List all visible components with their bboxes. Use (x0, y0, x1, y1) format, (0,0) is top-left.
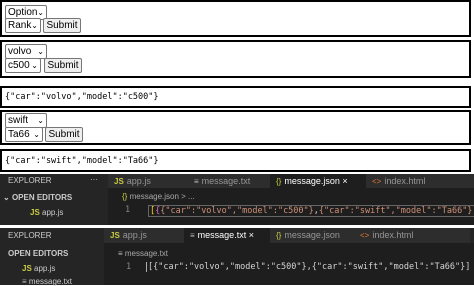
submit-button[interactable]: Submit (43, 18, 81, 33)
model-select-value: Ta66 (8, 129, 30, 140)
open-editor-item[interactable]: JS app.js (30, 208, 63, 217)
model-select[interactable]: c500 ⌄ (5, 58, 41, 73)
tab-label: message.txt (201, 176, 251, 186)
explorer-sidebar: EXPLORER ··· ⌄ OPEN EDITORS JS app.js (0, 174, 108, 225)
tab-message-json[interactable]: {} message.json (270, 228, 354, 243)
model-select[interactable]: Ta66 ⌄ (5, 127, 43, 142)
tab-app-js[interactable]: JS app.js (108, 174, 188, 188)
explorer-label: EXPLORER (8, 231, 52, 240)
json-file-icon: {} (122, 192, 130, 201)
submit-button[interactable]: Submit (44, 58, 82, 73)
text-file-icon: ≡ (194, 177, 199, 186)
rank-select[interactable]: Rank ⌄ (5, 18, 41, 33)
explorer-sidebar: EXPLORER OPEN EDITORS JS app.js ≡ messag… (0, 228, 104, 286)
line-number: 1 (125, 205, 131, 215)
open-editors-section[interactable]: ⌄ OPEN EDITORS (3, 193, 72, 202)
js-file-icon: JS (110, 231, 120, 240)
car-select[interactable]: swift ⌄ (5, 113, 47, 128)
output-text: {"car":"volvo","model":"c500"} (5, 92, 159, 102)
open-editors-section[interactable]: OPEN EDITORS (8, 249, 68, 258)
tab-message-txt[interactable]: ≡ message.txt (188, 174, 270, 188)
breadcrumb: ≡ message.txt (118, 249, 169, 258)
output-panel-2: {"car":"swift","model":"Ta66"} (0, 149, 471, 172)
code-line[interactable]: [{{"car":"volvo","model":"c500"},{"car":… (148, 205, 474, 217)
json-file-icon: {} (276, 177, 282, 186)
code-line[interactable]: [{"car":"volvo","model":"c500"},{"car":"… (146, 262, 470, 272)
text-file-icon: ≡ (190, 231, 195, 240)
car-select[interactable]: volvo ⌄ (5, 44, 47, 59)
car-select-value: volvo (8, 46, 32, 57)
editor-window-2: EXPLORER OPEN EDITORS JS app.js ≡ messag… (0, 228, 474, 286)
tab-label: message.json (284, 230, 340, 240)
json-file-icon: {} (276, 231, 282, 240)
output-text: {"car":"swift","model":"Ta66"} (5, 156, 159, 166)
js-file-icon: JS (30, 208, 43, 217)
tab-message-json[interactable]: {} message.json × (270, 174, 366, 188)
form-panel-2: volvo ⌄ c500 ⌄ Submit (0, 40, 471, 78)
tab-label: index.html (384, 176, 426, 186)
option-select-value: Option (8, 7, 38, 18)
tab-label: index.html (372, 230, 414, 240)
explorer-label: EXPLORER (8, 176, 52, 185)
tab-label: app.js (122, 230, 147, 240)
tab-bar: JS app.js ≡ message.txt × {} message.json <… (104, 228, 474, 243)
more-actions-icon[interactable]: ··· (90, 175, 98, 184)
tab-index-html[interactable]: <> index.html (366, 174, 474, 188)
open-editor-item[interactable]: JS app.js (22, 264, 55, 273)
open-editors-label: OPEN EDITORS (8, 249, 69, 258)
js-file-icon: JS (114, 177, 124, 186)
breadcrumb: {} message.json > ... (122, 192, 195, 201)
tab-message-txt[interactable]: ≡ message.txt × (184, 228, 270, 243)
tab-label: message.txt (197, 230, 247, 240)
js-file-icon: JS (22, 264, 35, 273)
open-editors-label: OPEN EDITORS (11, 193, 73, 202)
html-file-icon: <> (360, 231, 370, 240)
editor-window-1: EXPLORER ··· ⌄ OPEN EDITORS JS app.js JS… (0, 174, 474, 225)
chevron-down-icon: ⌄ (31, 21, 38, 30)
form-panel-3: swift ⌄ Ta66 ⌄ Submit (0, 110, 471, 145)
open-editor-label: app.js (34, 264, 56, 273)
tab-label: app.js (126, 176, 151, 186)
chevron-down-icon: ⌄ (37, 47, 44, 56)
chevron-down-icon: ⌄ (3, 193, 12, 202)
submit-button[interactable]: Submit (45, 127, 83, 142)
car-select-value: swift (8, 115, 28, 126)
open-editor-label: app.js (42, 208, 64, 217)
tab-bar: JS app.js ≡ message.txt {} message.json × <… (108, 174, 474, 188)
html-file-icon: <> (372, 177, 382, 186)
text-file-icon: ≡ (118, 249, 125, 258)
chevron-down-icon: ⌄ (33, 130, 40, 139)
tab-label: message.json (284, 176, 340, 186)
tab-app-js[interactable]: JS app.js (104, 228, 184, 243)
line-number: 1 (126, 262, 132, 272)
form-panel-1: Option ⌄ Rank ⌄ Submit (0, 0, 471, 37)
chevron-down-icon: ⌄ (37, 116, 44, 125)
tab-index-html[interactable]: <> index.html (354, 228, 470, 243)
close-icon[interactable]: × (249, 230, 254, 240)
rank-select-value: Rank (8, 20, 32, 31)
output-panel-1: {"car":"volvo","model":"c500"} (0, 86, 471, 108)
model-select-value: c500 (8, 60, 30, 71)
chevron-down-icon: ⌄ (31, 61, 38, 70)
close-icon[interactable]: × (342, 176, 347, 186)
